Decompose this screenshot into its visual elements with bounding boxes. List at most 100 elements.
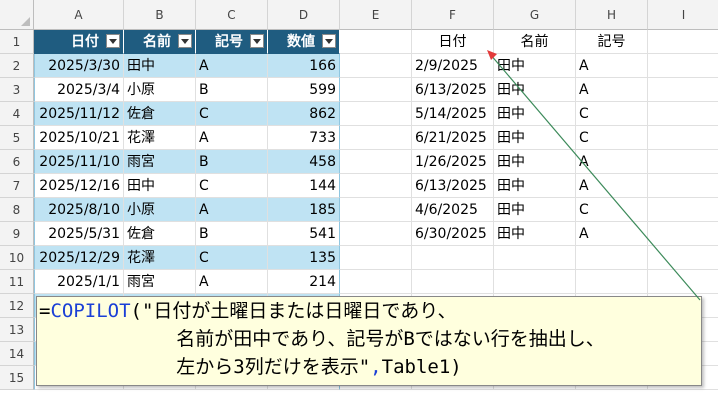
table-cell[interactable]: 雨宮 (124, 150, 196, 174)
table-cell[interactable]: C (196, 102, 268, 126)
row-header-15[interactable]: 15 (0, 366, 34, 390)
result-cell[interactable]: 田中 (494, 222, 576, 246)
table-cell[interactable]: 田中 (124, 174, 196, 198)
table-cell[interactable]: 花澤 (124, 246, 196, 270)
cell[interactable] (648, 246, 718, 270)
table-cell[interactable]: B (196, 150, 268, 174)
result-cell[interactable]: C (576, 126, 648, 150)
table-cell[interactable]: 2025/3/30 (34, 54, 124, 78)
result-cell[interactable]: 田中 (494, 102, 576, 126)
cell[interactable] (340, 222, 412, 246)
cell[interactable] (494, 246, 576, 270)
result-cell[interactable]: 6/13/2025 (412, 174, 494, 198)
cell[interactable] (340, 246, 412, 270)
result-cell[interactable]: 田中 (494, 150, 576, 174)
cell[interactable] (340, 270, 412, 294)
table-cell[interactable]: A (196, 270, 268, 294)
result-cell[interactable]: A (576, 150, 648, 174)
table-cell[interactable]: A (196, 198, 268, 222)
table-header-2[interactable]: 名前 (124, 30, 196, 54)
result-header-2[interactable]: 名前 (494, 30, 576, 54)
table-cell[interactable]: B (196, 222, 268, 246)
table-cell[interactable]: 佐倉 (124, 102, 196, 126)
cell[interactable] (648, 222, 718, 246)
filter-dropdown-icon[interactable] (106, 34, 120, 48)
table-cell[interactable]: 花澤 (124, 126, 196, 150)
cell[interactable] (340, 102, 412, 126)
result-cell[interactable]: 田中 (494, 78, 576, 102)
result-cell[interactable]: A (576, 222, 648, 246)
cell[interactable] (340, 78, 412, 102)
row-header-8[interactable]: 8 (0, 198, 34, 222)
cell[interactable] (412, 246, 494, 270)
table-cell[interactable]: 144 (268, 174, 340, 198)
column-header-h[interactable]: H (576, 0, 648, 30)
cell[interactable] (340, 198, 412, 222)
row-header-11[interactable]: 11 (0, 270, 34, 294)
result-cell[interactable]: 田中 (494, 54, 576, 78)
result-cell[interactable]: 6/30/2025 (412, 222, 494, 246)
table-cell[interactable]: 166 (268, 54, 340, 78)
table-cell[interactable]: A (196, 54, 268, 78)
column-header-e[interactable]: E (340, 0, 412, 30)
filter-dropdown-icon[interactable] (250, 34, 264, 48)
table-cell[interactable]: 2025/3/4 (34, 78, 124, 102)
cell[interactable] (340, 54, 412, 78)
table-cell[interactable]: 佐倉 (124, 222, 196, 246)
table-cell[interactable]: 雨宮 (124, 270, 196, 294)
result-cell[interactable]: A (576, 54, 648, 78)
result-cell[interactable]: 2/9/2025 (412, 54, 494, 78)
cell[interactable] (340, 174, 412, 198)
table-cell[interactable]: 185 (268, 198, 340, 222)
cell[interactable] (648, 102, 718, 126)
result-cell[interactable]: C (576, 102, 648, 126)
cell[interactable] (648, 270, 718, 294)
result-cell[interactable]: A (576, 174, 648, 198)
table-cell[interactable]: 2025/12/29 (34, 246, 124, 270)
table-cell[interactable]: 2025/12/16 (34, 174, 124, 198)
table-cell[interactable]: 2025/1/1 (34, 270, 124, 294)
result-cell[interactable]: 田中 (494, 126, 576, 150)
cell[interactable] (648, 126, 718, 150)
table-cell[interactable]: C (196, 246, 268, 270)
result-header-1[interactable]: 日付 (412, 30, 494, 54)
result-cell[interactable]: 5/14/2025 (412, 102, 494, 126)
table-cell[interactable]: B (196, 78, 268, 102)
table-cell[interactable]: 733 (268, 126, 340, 150)
cell[interactable] (494, 270, 576, 294)
row-header-7[interactable]: 7 (0, 174, 34, 198)
result-cell[interactable]: 6/13/2025 (412, 78, 494, 102)
cell[interactable] (648, 30, 718, 54)
table-cell[interactable]: 2025/5/31 (34, 222, 124, 246)
table-cell[interactable]: 214 (268, 270, 340, 294)
cell[interactable] (648, 78, 718, 102)
cell[interactable] (412, 270, 494, 294)
table-cell[interactable]: 小原 (124, 198, 196, 222)
table-cell[interactable]: A (196, 126, 268, 150)
row-header-12[interactable]: 12 (0, 294, 34, 318)
cell[interactable] (340, 126, 412, 150)
result-header-3[interactable]: 記号 (576, 30, 648, 54)
row-header-4[interactable]: 4 (0, 102, 34, 126)
row-header-6[interactable]: 6 (0, 150, 34, 174)
table-header-4[interactable]: 数値 (268, 30, 340, 54)
table-header-3[interactable]: 記号 (196, 30, 268, 54)
result-cell[interactable]: 田中 (494, 198, 576, 222)
filter-dropdown-icon[interactable] (178, 34, 192, 48)
select-all-corner[interactable] (0, 0, 34, 30)
table-cell[interactable]: 458 (268, 150, 340, 174)
table-cell[interactable]: C (196, 174, 268, 198)
result-cell[interactable]: C (576, 198, 648, 222)
row-header-3[interactable]: 3 (0, 78, 34, 102)
cell[interactable] (576, 270, 648, 294)
table-cell[interactable]: 541 (268, 222, 340, 246)
table-cell[interactable]: 2025/11/12 (34, 102, 124, 126)
row-header-5[interactable]: 5 (0, 126, 34, 150)
column-header-g[interactable]: G (494, 0, 576, 30)
column-header-d[interactable]: D (268, 0, 340, 30)
row-header-9[interactable]: 9 (0, 222, 34, 246)
cell[interactable] (648, 54, 718, 78)
table-cell[interactable]: 2025/11/10 (34, 150, 124, 174)
cell[interactable] (340, 30, 412, 54)
cell[interactable] (648, 174, 718, 198)
